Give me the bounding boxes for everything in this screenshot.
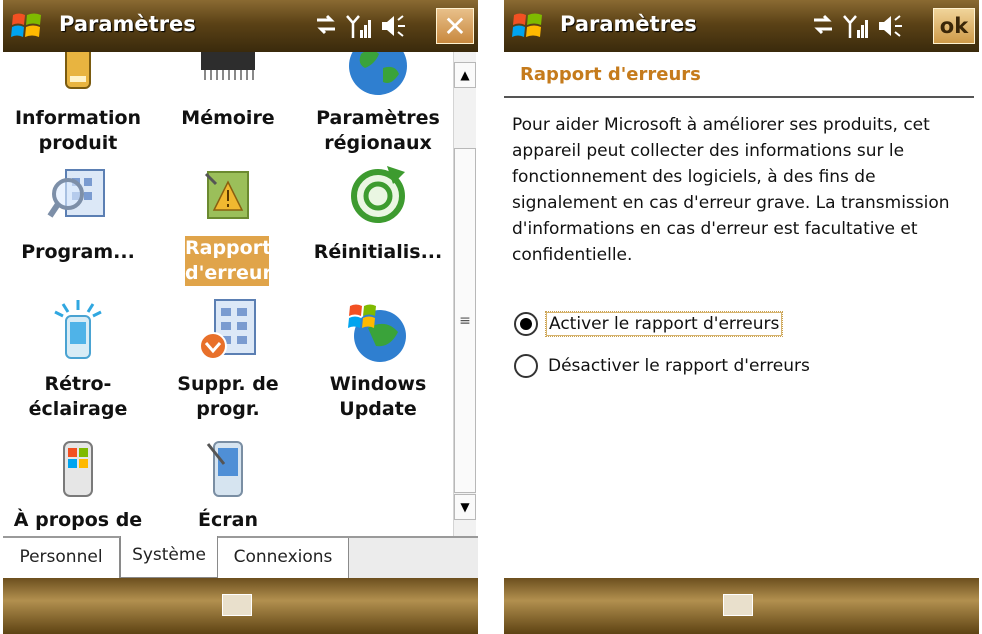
item-label-line1: Rapport bbox=[185, 236, 272, 261]
signal-icon[interactable] bbox=[842, 12, 870, 40]
item-label-line1: Program... bbox=[21, 241, 135, 263]
volume-icon[interactable] bbox=[379, 12, 407, 40]
window-title: Paramètres bbox=[560, 12, 697, 36]
radio-label[interactable]: Désactiver le rapport d'erreurs bbox=[546, 355, 812, 377]
keyboard-icon[interactable] bbox=[723, 594, 753, 616]
program-manager-icon bbox=[47, 169, 105, 218]
device-info-icon bbox=[65, 52, 91, 89]
tab-connexions[interactable]: Connexions bbox=[218, 538, 349, 578]
section-divider bbox=[504, 96, 974, 98]
title-bar: Paramètres ok bbox=[504, 0, 979, 52]
item-label-line1: Mémoire bbox=[181, 107, 275, 129]
item-retro-eclairage[interactable]: Rétro- éclairage bbox=[3, 298, 153, 438]
backlight-icon bbox=[54, 300, 102, 359]
item-label-line1: Écran bbox=[198, 509, 258, 531]
item-memoire[interactable]: Mémoire bbox=[153, 52, 303, 152]
item-label-line2: régionaux bbox=[324, 132, 432, 154]
scroll-thumb[interactable]: ≡ bbox=[454, 148, 476, 493]
item-windows-update[interactable]: Windows Update bbox=[303, 298, 453, 438]
item-label-line2: d'erreurs bbox=[185, 261, 284, 286]
close-button[interactable]: ✕ bbox=[436, 8, 474, 44]
scroll-up-button[interactable]: ▲ bbox=[454, 62, 476, 88]
item-information-produit[interactable]: Information produit bbox=[3, 52, 153, 154]
settings-system-screen: Paramètres ✕ Information produit Mémoire… bbox=[3, 0, 478, 634]
item-label-line2: Update bbox=[339, 398, 417, 420]
tab-systeme[interactable]: Système bbox=[120, 536, 218, 578]
item-rapport-derreurs[interactable]: Rapport d'erreurs bbox=[153, 164, 303, 294]
window-title: Paramètres bbox=[59, 12, 196, 36]
globe-icon bbox=[349, 52, 407, 95]
item-suppr-de-progr[interactable]: Suppr. de progr. bbox=[153, 298, 303, 438]
screen-icon bbox=[206, 441, 243, 497]
item-label-line2: produit bbox=[38, 132, 118, 154]
item-label-line2: progr. bbox=[196, 398, 260, 420]
item-parametres-regionaux[interactable]: Paramètres régionaux bbox=[303, 52, 453, 154]
item-label-line1: Information bbox=[14, 107, 142, 129]
item-label-line1: Windows bbox=[329, 373, 427, 395]
connectivity-icon[interactable] bbox=[810, 12, 836, 38]
item-label-line1: À propos de bbox=[13, 509, 143, 531]
tab-personnel[interactable]: Personnel bbox=[3, 538, 120, 578]
signal-icon[interactable] bbox=[345, 12, 373, 40]
item-ecran[interactable]: Écran bbox=[153, 440, 303, 536]
windows-start-icon[interactable] bbox=[9, 9, 45, 43]
item-label-line1: Paramètres bbox=[316, 107, 440, 129]
settings-grid: Information produit Mémoire Paramètres r… bbox=[3, 52, 453, 536]
windows-update-icon bbox=[348, 304, 406, 362]
item-a-propos-de[interactable]: À propos de bbox=[3, 440, 153, 536]
error-report-icon bbox=[204, 171, 249, 219]
windows-start-icon[interactable] bbox=[510, 9, 546, 43]
tab-strip-fill bbox=[349, 538, 478, 578]
item-label-line1: Suppr. de bbox=[177, 373, 279, 395]
radio-label[interactable]: Activer le rapport d'erreurs bbox=[544, 311, 784, 337]
about-icon bbox=[63, 441, 93, 497]
section-title: Rapport d'erreurs bbox=[520, 64, 701, 85]
ok-button[interactable]: ok bbox=[933, 8, 975, 44]
item-program[interactable]: Program... bbox=[3, 164, 153, 294]
vertical-scrollbar[interactable]: ▲ ≡ ▼ bbox=[453, 52, 476, 536]
radio-enable-error-reporting[interactable]: Activer le rapport d'erreurs bbox=[514, 311, 784, 337]
connectivity-icon[interactable] bbox=[313, 12, 339, 38]
remove-programs-icon bbox=[199, 299, 256, 360]
keyboard-icon[interactable] bbox=[222, 594, 252, 616]
soft-key-bar bbox=[3, 578, 478, 634]
item-label-line2: éclairage bbox=[28, 398, 128, 420]
memory-chip-icon bbox=[201, 52, 255, 80]
scroll-down-button[interactable]: ▼ bbox=[454, 494, 476, 520]
item-label-line1: Réinitialis... bbox=[313, 241, 443, 263]
reset-icon bbox=[351, 166, 405, 223]
volume-icon[interactable] bbox=[876, 12, 904, 40]
soft-key-bar bbox=[504, 578, 979, 634]
title-bar: Paramètres ✕ bbox=[3, 0, 478, 52]
item-label-line1: Rétro- bbox=[44, 373, 112, 395]
radio-disable-error-reporting[interactable]: Désactiver le rapport d'erreurs bbox=[514, 354, 812, 378]
description-text: Pour aider Microsoft à améliorer ses pro… bbox=[512, 115, 950, 265]
tab-strip: Personnel Système Connexions bbox=[3, 536, 478, 578]
radio-button-checked[interactable] bbox=[514, 312, 538, 336]
radio-button-unchecked[interactable] bbox=[514, 354, 538, 378]
error-report-screen: Paramètres ok Rapport d'erreurs Pour aid… bbox=[504, 0, 979, 634]
item-reinitialis[interactable]: Réinitialis... bbox=[303, 164, 453, 294]
